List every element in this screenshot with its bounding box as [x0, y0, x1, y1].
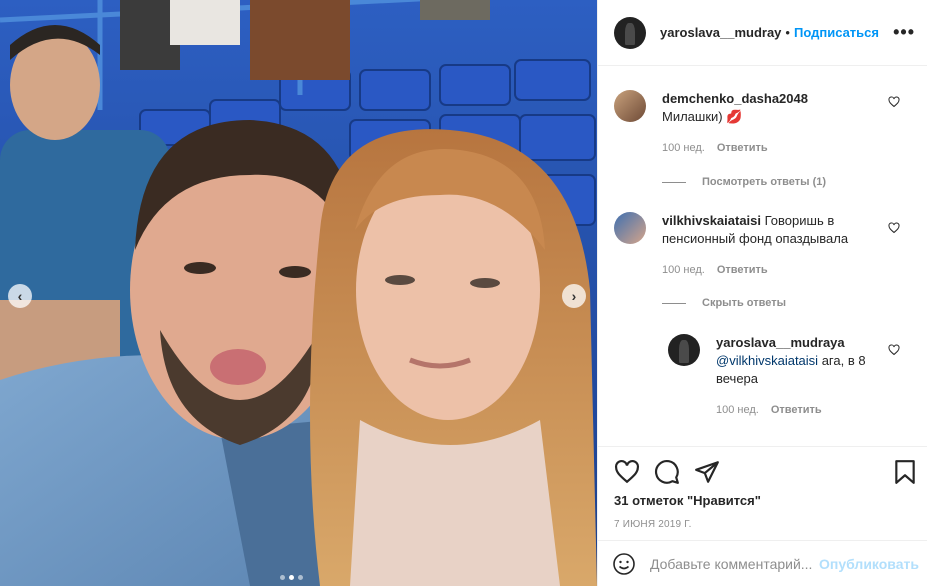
comment-text-block: demchenko_dasha2048 Милашки) 💋: [662, 90, 887, 126]
commenter-avatar[interactable]: [614, 90, 646, 122]
emoji-smiley-icon[interactable]: [612, 552, 636, 576]
selfie-photo: [0, 0, 597, 586]
chevron-left-icon: ‹: [17, 288, 23, 304]
comment-like-heart-icon[interactable]: [888, 96, 900, 108]
carousel-next-button[interactable]: ›: [562, 284, 586, 308]
hide-replies-toggle[interactable]: Скрыть ответы: [662, 297, 786, 309]
add-comment-bar: Опубликовать: [598, 540, 927, 586]
toggle-line: [662, 181, 686, 183]
carousel-dot-active: [289, 575, 294, 580]
post-header: yaroslava__mudray • Подписаться •••: [598, 0, 927, 66]
reply-age: 100 нед.: [716, 404, 759, 416]
comment-input[interactable]: [650, 555, 815, 572]
reply-author-username[interactable]: yaroslava__mudraya: [716, 335, 845, 350]
reply-button[interactable]: Ответить: [717, 264, 768, 276]
instagram-post: ‹ › yaroslava__mudray • Подписаться ••• …: [0, 0, 927, 586]
comments-list: demchenko_dasha2048 Милашки) 💋 100 нед. О…: [598, 66, 927, 446]
share-paper-plane-icon[interactable]: [694, 459, 720, 485]
comment-bubble-icon[interactable]: [654, 459, 680, 485]
comment-meta: 100 нед. Ответить: [662, 264, 768, 276]
hide-replies-label: Скрыть ответы: [702, 297, 786, 309]
post-photo[interactable]: ‹ ›: [0, 0, 597, 586]
comment-text-block: vilkhivskaiataisi Говоришь в пенсионный …: [662, 212, 887, 248]
header-separator: •: [785, 25, 790, 40]
commenter-avatar[interactable]: [614, 212, 646, 244]
post-actions: 31 отметок "Нравится" 7 ИЮНЯ 2019 Г.: [598, 446, 927, 540]
reply-author-avatar[interactable]: [668, 334, 700, 366]
toggle-line: [662, 302, 686, 304]
reply-button[interactable]: Ответить: [771, 404, 822, 416]
publish-button[interactable]: Опубликовать: [819, 556, 919, 572]
author-avatar[interactable]: [614, 16, 646, 49]
comment-body: Милашки): [662, 109, 723, 124]
carousel-prev-button[interactable]: ‹: [8, 284, 32, 308]
comment-age: 100 нед.: [662, 264, 705, 276]
carousel-indicator: [280, 575, 303, 580]
save-bookmark-icon[interactable]: [892, 459, 918, 485]
comment-like-heart-icon[interactable]: [888, 222, 900, 234]
carousel-dot: [298, 575, 303, 580]
reply-like-heart-icon[interactable]: [888, 344, 900, 356]
post-date: 7 ИЮНЯ 2019 Г.: [614, 519, 692, 530]
chevron-right-icon: ›: [571, 288, 577, 304]
commenter-username[interactable]: vilkhivskaiataisi: [662, 213, 761, 228]
reply-button[interactable]: Ответить: [717, 142, 768, 154]
lips-emoji-icon: 💋: [726, 109, 743, 124]
view-replies-toggle[interactable]: Посмотреть ответы (1): [662, 176, 826, 188]
reply-mention-link[interactable]: @vilkhivskaiataisi: [716, 353, 818, 368]
comment-age: 100 нед.: [662, 142, 705, 154]
follow-button[interactable]: Подписаться: [794, 25, 879, 40]
commenter-username[interactable]: demchenko_dasha2048: [662, 91, 808, 106]
more-options-icon[interactable]: •••: [893, 22, 915, 43]
view-replies-label: Посмотреть ответы (1): [702, 176, 827, 188]
reply-text-block: yaroslava__mudraya @vilkhivskaiataisi аг…: [716, 334, 876, 388]
comment-meta: 100 нед. Ответить: [662, 142, 768, 154]
action-icons-row: [614, 459, 915, 485]
post-side-panel: yaroslava__mudray • Подписаться ••• demc…: [597, 0, 927, 586]
reply-meta: 100 нед. Ответить: [716, 404, 822, 416]
carousel-dot: [280, 575, 285, 580]
like-heart-icon[interactable]: [614, 459, 640, 485]
likes-count[interactable]: 31 отметок "Нравится": [614, 493, 761, 508]
author-username[interactable]: yaroslava__mudray: [660, 25, 781, 40]
